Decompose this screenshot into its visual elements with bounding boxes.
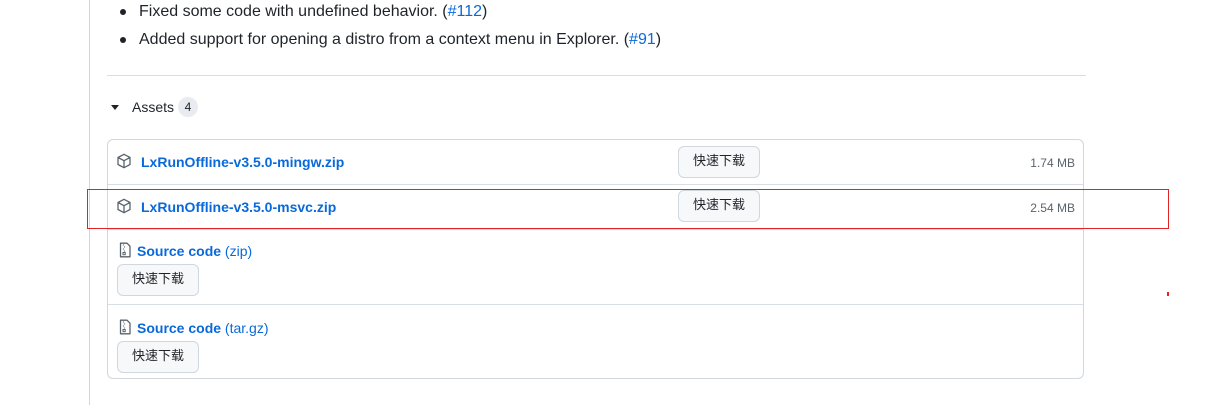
source-code-label: Source code	[137, 243, 222, 259]
release-note-text: Fixed some code with undefined behavior.…	[139, 3, 448, 20]
source-code-format: (zip)	[224, 243, 253, 259]
source-code-zip-link[interactable]: Source code (zip)	[137, 243, 252, 259]
assets-title: Assets	[132, 99, 175, 115]
release-note-text: Added support for opening a distro from …	[139, 31, 630, 48]
fast-download-button[interactable]: 快速下载	[678, 146, 761, 178]
fast-download-button[interactable]: 快速下载	[678, 190, 761, 222]
file-zip-icon	[119, 242, 131, 258]
source-code-format: (tar.gz)	[224, 320, 269, 336]
source-code-label: Source code	[137, 320, 222, 336]
asset-size: 2.54 MB	[1030, 201, 1075, 215]
release-note-close: )	[655, 31, 662, 48]
release-notes-list: Fixed some code with undefined behavior.…	[118, 0, 661, 52]
issue-link[interactable]: #91	[629, 31, 656, 48]
source-code-targz-link[interactable]: Source code (tar.gz)	[137, 320, 269, 336]
package-icon	[117, 198, 131, 214]
fast-download-button[interactable]: 快速下载	[117, 264, 200, 296]
release-note-close: )	[482, 3, 488, 20]
annotation-mark	[1167, 292, 1169, 296]
bullet-icon	[120, 37, 126, 43]
asset-download-link[interactable]: LxRunOffline-v3.5.0-mingw.zip	[141, 154, 344, 170]
issue-link[interactable]: #112	[448, 3, 482, 20]
file-zip-icon	[119, 319, 131, 335]
bullet-icon	[120, 9, 126, 15]
content-left-border	[89, 0, 90, 405]
assets-list: LxRunOffline-v3.5.0-mingw.zip 快速下载 1.74 …	[107, 139, 1084, 379]
asset-row: Source code (zip) 快速下载	[108, 229, 1083, 304]
asset-size: 1.74 MB	[1030, 156, 1075, 170]
fast-download-button[interactable]: 快速下载	[117, 341, 200, 373]
release-note-item: Added support for opening a distro from …	[118, 28, 661, 52]
asset-row: Source code (tar.gz) 快速下载	[108, 304, 1083, 378]
asset-row: LxRunOffline-v3.5.0-msvc.zip 快速下载 2.54 M…	[108, 184, 1083, 229]
release-note-item: Fixed some code with undefined behavior.…	[118, 0, 661, 24]
asset-row: LxRunOffline-v3.5.0-mingw.zip 快速下载 1.74 …	[108, 140, 1083, 184]
assets-count-badge: 4	[178, 97, 199, 117]
section-divider	[107, 75, 1086, 76]
package-icon	[117, 153, 131, 169]
caret-down-icon	[111, 104, 119, 110]
asset-download-link[interactable]: LxRunOffline-v3.5.0-msvc.zip	[141, 199, 336, 215]
assets-toggle[interactable]: Assets 4	[110, 96, 199, 118]
